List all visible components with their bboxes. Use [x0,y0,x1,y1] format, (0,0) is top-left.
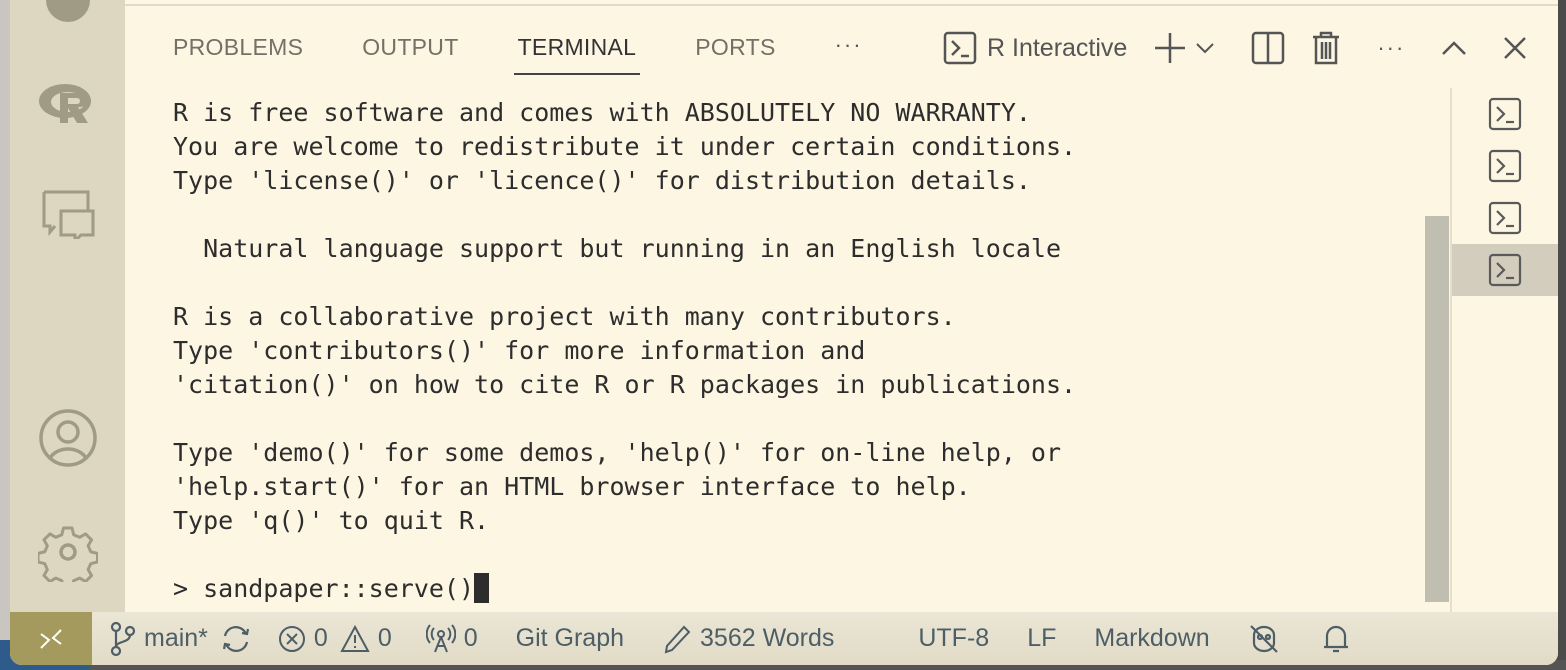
terminal-line: R is a collaborative project with many c… [173,302,956,331]
broadcast-icon [425,623,456,652]
tab-output[interactable]: OUTPUT [362,30,458,75]
accounts-icon[interactable] [38,408,98,468]
terminal-line: Type 'contributors()' for more informati… [173,336,866,365]
tab-problems[interactable]: PROBLEMS [173,30,303,75]
sync-icon [222,625,250,652]
activity-bar [10,0,125,612]
terminal-line: Type 'q()' to quit R. [173,506,490,535]
panel-actions: R Interactive ··· [943,28,1527,68]
language-mode-status[interactable]: Markdown [1094,624,1209,653]
sync-button[interactable] [220,624,252,654]
extension-icon[interactable] [38,0,98,30]
git-graph-button[interactable]: Git Graph [516,624,624,653]
split-terminal-icon[interactable] [1251,31,1285,65]
status-bar: main* 0 0 0 Git Graph 3562 Words UTF-8 L… [10,612,1558,665]
warning-icon [340,624,370,652]
terminal-cursor [474,573,490,603]
terminal-line: Type 'demo()' for some demos, 'help()' f… [173,438,1062,467]
warning-count: 0 [377,624,392,652]
error-icon [278,625,305,652]
eol-status[interactable]: LF [1027,624,1056,653]
terminal-prompt: > sandpaper::serve() [173,574,475,603]
encoding-label: UTF-8 [918,624,990,652]
terminal-instance-4[interactable] [1452,244,1558,296]
terminal-icon [1488,149,1522,183]
terminal-line: You are welcome to redistribute it under… [173,132,1077,161]
terminal-prompt-line[interactable]: > sandpaper::serve() [173,572,1076,606]
bell-icon [1323,625,1348,652]
problems-status[interactable]: 0 0 [278,624,392,653]
chat-icon[interactable] [38,184,98,244]
terminal-instance-3[interactable] [1452,192,1558,244]
more-tabs-button[interactable]: ··· [835,30,863,75]
trash-icon[interactable] [1311,31,1341,65]
editor-area-edge [125,0,1558,6]
notifications-button[interactable] [1322,623,1350,655]
remote-button[interactable] [10,612,92,665]
terminal-name: R Interactive [987,33,1128,62]
terminal-line: 'citation()' on how to cite R or R packa… [173,370,1077,399]
branch-status[interactable]: main* [110,621,208,657]
copilot-status[interactable] [1248,623,1280,655]
terminal-line: Type 'license()' or 'licence()' for dist… [173,166,1031,195]
eol-label: LF [1027,624,1057,652]
terminal-icon [1488,253,1522,287]
git-graph-label: Git Graph [515,624,625,652]
word-count-status[interactable]: 3562 Words [664,624,834,654]
terminal-line: R is free software and comes with ABSOLU… [173,98,1031,127]
remote-icon [40,628,62,649]
terminal-line: Natural language support but running in … [173,234,1062,263]
chevron-down-icon[interactable] [1195,41,1215,55]
language-label: Markdown [1094,624,1210,652]
encoding-status[interactable]: UTF-8 [918,624,989,653]
terminal-instance-list [1452,88,1558,296]
vscode-window: PROBLEMS OUTPUT TERMINAL PORTS ··· R Int… [10,0,1558,665]
terminal-instance-2[interactable] [1452,140,1558,192]
more-actions-icon[interactable]: ··· [1377,35,1405,61]
terminal-line: 'help.start()' for an HTML browser inter… [173,472,971,501]
terminal-icon [1488,201,1522,235]
maximize-panel-chevron-up-icon[interactable] [1441,40,1467,56]
settings-gear-icon[interactable] [38,522,98,582]
error-count: 0 [313,624,328,652]
pencil-icon [664,625,691,653]
terminal-selector[interactable]: R Interactive [943,31,1127,65]
branch-name: main* [144,624,208,652]
panel-tabs: PROBLEMS OUTPUT TERMINAL PORTS ··· [173,30,863,75]
tab-ports[interactable]: PORTS [695,30,775,75]
word-count: 3562 Words [700,624,835,652]
terminal-scrollbar[interactable] [1425,216,1449,602]
bottom-panel: PROBLEMS OUTPUT TERMINAL PORTS ··· R Int… [125,8,1558,612]
tab-terminal[interactable]: TERMINAL [513,30,640,75]
copilot-disabled-icon [1249,624,1278,653]
new-terminal-plus-icon[interactable] [1153,31,1187,65]
git-branch-icon [110,621,136,657]
ports-status[interactable]: 0 [425,623,478,654]
terminal-output[interactable]: R is free software and comes with ABSOLU… [173,96,1076,606]
ports-count: 0 [463,624,478,652]
terminal-instance-1[interactable] [1452,88,1558,140]
close-panel-icon[interactable] [1503,36,1527,60]
r-logo-icon[interactable] [38,74,98,134]
terminal-icon [1488,97,1522,131]
terminal-icon [943,31,977,65]
